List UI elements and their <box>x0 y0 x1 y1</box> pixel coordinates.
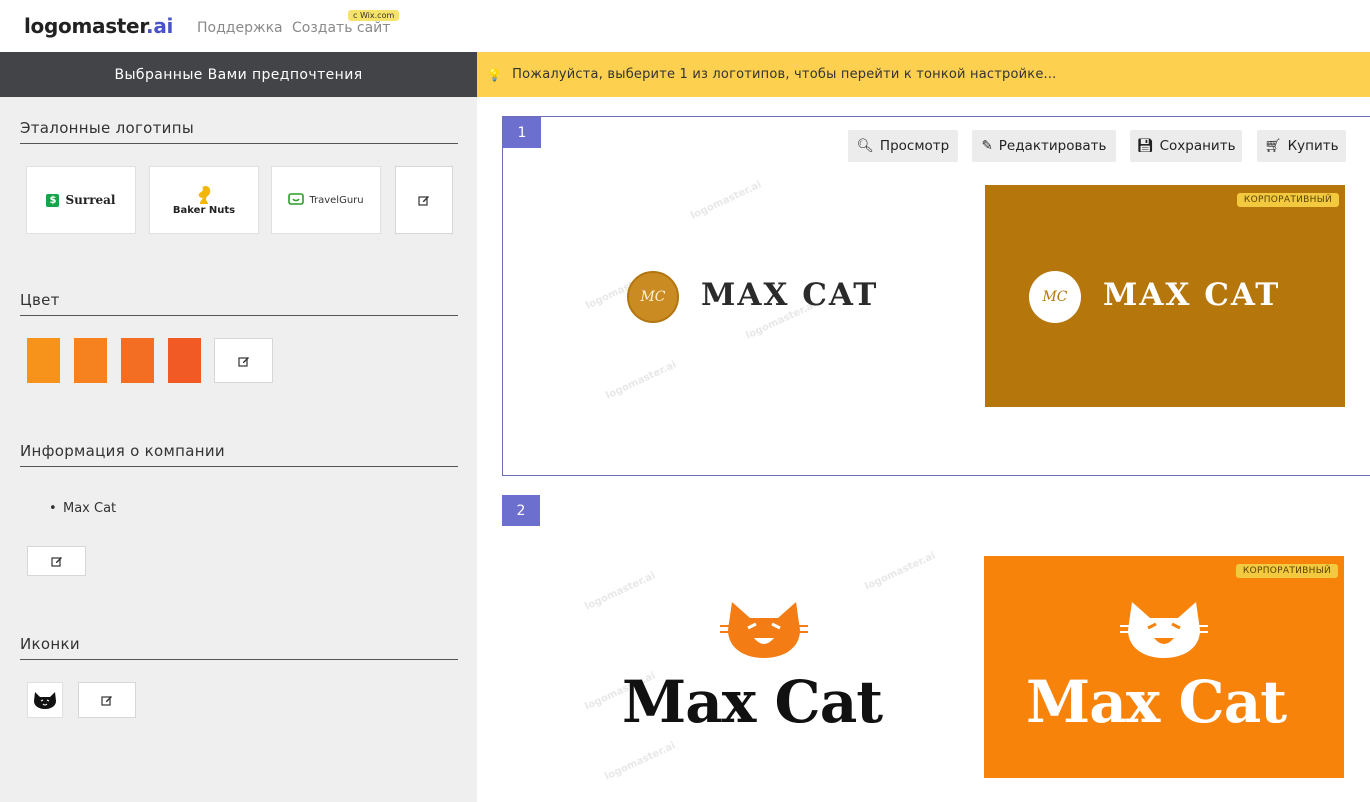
company-name-item: Max Cat <box>49 501 116 516</box>
preferences-sidebar: Выбранные Вами предпочтения Эталонные ло… <box>0 52 477 802</box>
logo-preview-colored[interactable]: КОРПОРАТИВНЫЙ Max Cat <box>984 556 1344 778</box>
section-reference-logos: Эталонные логотипы <box>20 119 458 144</box>
sidebar-title: Выбранные Вами предпочтения <box>0 52 477 97</box>
preview-button[interactable]: 🔍︎ Просмотр <box>848 130 958 162</box>
cart-icon: 🛒︎ <box>1264 138 1282 154</box>
section-icons: Иконки <box>20 635 458 660</box>
dollar-icon: $ <box>46 193 60 207</box>
logo-preview-light[interactable]: logomaster.ai logomaster.ai logomaster.a… <box>583 179 1023 407</box>
mc-monogram-icon: MC <box>1029 271 1081 323</box>
ref-logo-travelguru[interactable]: TravelGuru <box>271 166 381 234</box>
logo-wordmark: MAX CAT <box>1103 277 1281 313</box>
section-color: Цвет <box>20 291 458 316</box>
ref-logo-label: TravelGuru <box>309 194 364 206</box>
edit-icon <box>418 196 429 206</box>
selected-cat-icon[interactable] <box>27 682 63 718</box>
save-button[interactable]: 💾︎ Сохранить <box>1130 130 1242 162</box>
color-swatch[interactable] <box>121 338 154 383</box>
edit-icon <box>50 557 62 567</box>
logo-number: 2 <box>502 495 540 526</box>
ref-logo-label: Baker Nuts <box>172 204 236 216</box>
cat-face-icon <box>1120 602 1208 658</box>
logo-wordmark: MAX CAT <box>701 277 879 313</box>
logo-option-card[interactable]: 1 🔍︎ Просмотр ✎ Редактировать 💾︎ Сохранить … <box>502 116 1370 476</box>
buy-button[interactable]: 🛒︎ Купить <box>1257 130 1346 162</box>
section-company-info: Информация о компании <box>20 442 458 467</box>
ref-logo-baker-nuts[interactable]: Baker Nuts <box>149 166 259 234</box>
edit-company-button[interactable] <box>27 546 86 576</box>
lightbulb-icon: 💡 <box>487 67 503 82</box>
notice-text: Пожалуйста, выберите 1 из логотипов, что… <box>512 67 1057 82</box>
cat-face-icon <box>720 602 808 658</box>
logo-number: 1 <box>503 117 541 148</box>
logo-wordmark: Max Cat <box>1026 668 1287 736</box>
select-logo-notice: 💡 Пожалуйста, выберите 1 из логотипов, ч… <box>477 52 1370 97</box>
nav-support-link[interactable]: Поддержка <box>197 20 283 36</box>
style-tag: КОРПОРАТИВНЫЙ <box>1236 193 1339 207</box>
edit-colors-button[interactable] <box>214 338 273 383</box>
wix-badge: с Wix.com <box>348 10 400 21</box>
edit-logo-button[interactable]: ✎ Редактировать <box>972 130 1116 162</box>
floppy-icon: 💾︎ <box>1136 138 1154 154</box>
chat-bubble-icon <box>288 193 305 205</box>
ref-logo-label: Surreal <box>65 193 116 207</box>
style-tag: КОРПОРАТИВНЫЙ <box>1235 564 1338 578</box>
color-swatch[interactable] <box>27 338 60 383</box>
logo-preview-colored[interactable]: КОРПОРАТИВНЫЙ MC MAX CAT <box>985 185 1345 407</box>
search-icon: 🔍︎ <box>856 138 874 154</box>
logo-option-card[interactable]: 2 logomaster.ai logomaster.ai logomaster… <box>502 495 1370 802</box>
edit-icon <box>101 696 112 706</box>
cat-face-icon <box>34 692 56 709</box>
edit-icons-button[interactable] <box>78 682 136 718</box>
brand-logo[interactable]: logomaster.ai <box>24 14 173 38</box>
logo-preview-light[interactable]: logomaster.ai logomaster.ai logomaster.a… <box>582 550 1022 782</box>
color-swatch[interactable] <box>168 338 201 383</box>
logo-wordmark: Max Cat <box>622 668 883 736</box>
edit-icon <box>237 356 249 367</box>
mc-monogram-icon: MC <box>627 271 679 323</box>
nav-create-site-link[interactable]: Создать сайт <box>292 20 390 36</box>
squirrel-icon <box>198 185 211 204</box>
edit-ref-logos-button[interactable] <box>395 166 453 234</box>
ref-logo-surreal[interactable]: $ Surreal <box>26 166 136 234</box>
pencil-icon: ✎ <box>981 138 993 154</box>
top-navbar: logomaster.ai Поддержка Создать сайт с W… <box>0 0 1370 52</box>
color-swatch[interactable] <box>74 338 107 383</box>
